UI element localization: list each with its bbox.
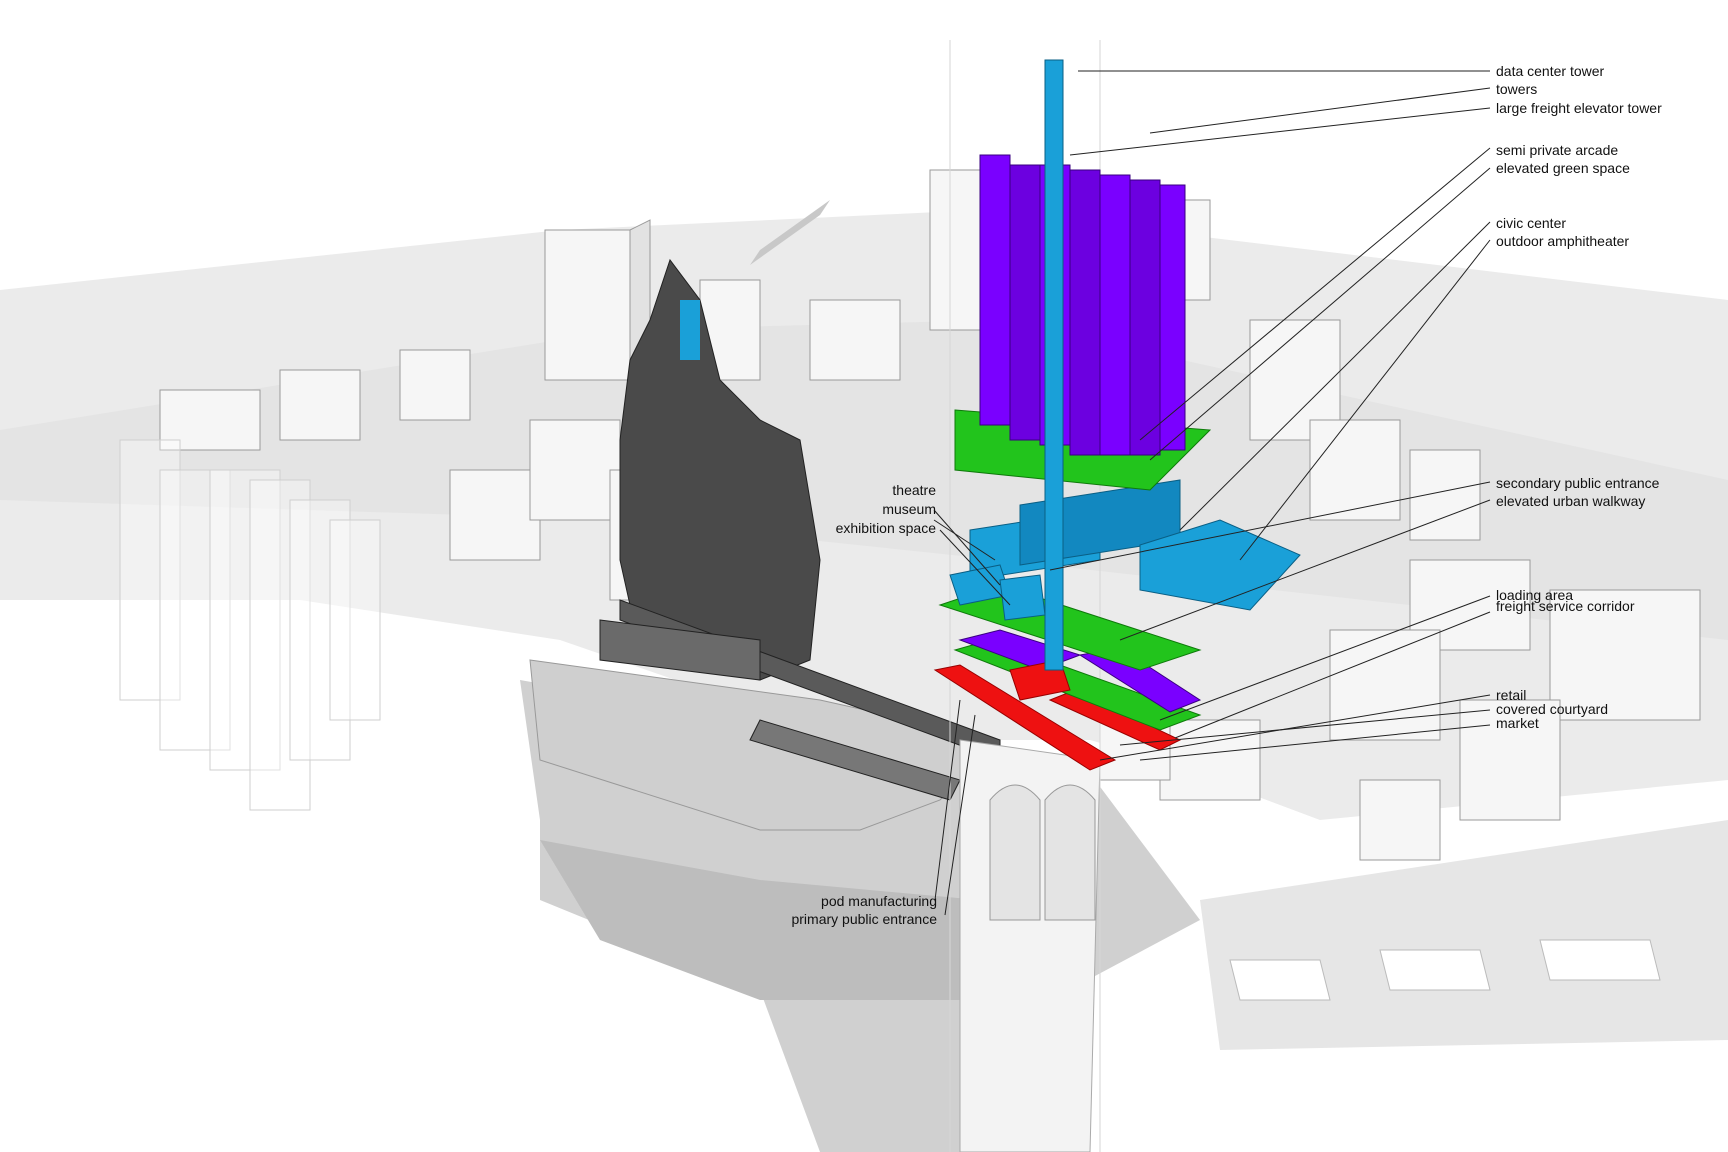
exploded-axonometric-diagram: data center tower towers large freight e… xyxy=(0,40,1728,1152)
label-primary-public-entrance: primary public entrance xyxy=(791,911,937,927)
label-towers: towers xyxy=(1496,81,1537,97)
label-market: market xyxy=(1496,715,1539,731)
label-outdoor-amphitheater: outdoor amphitheater xyxy=(1496,233,1629,249)
label-elevated-urban-walkway: elevated urban walkway xyxy=(1496,493,1645,509)
label-theatre: theatre xyxy=(892,482,936,498)
data-center-tower xyxy=(1044,59,1064,671)
label-data-center-tower: data center tower xyxy=(1496,63,1605,79)
label-exhibition-space: exhibition space xyxy=(836,520,937,536)
label-elevated-green-space: elevated green space xyxy=(1496,160,1630,176)
label-secondary-public-entrance: secondary public entrance xyxy=(1496,475,1660,491)
label-freight-service-corridor: freight service corridor xyxy=(1496,598,1635,614)
label-semi-private-arcade: semi private arcade xyxy=(1496,142,1618,158)
label-museum: museum xyxy=(882,501,936,517)
towers-cluster xyxy=(979,154,1186,456)
label-pod-manufacturing: pod manufacturing xyxy=(821,893,937,909)
label-civic-center: civic center xyxy=(1496,215,1566,231)
label-large-freight-elevator-tower: large freight elevator tower xyxy=(1496,100,1662,116)
